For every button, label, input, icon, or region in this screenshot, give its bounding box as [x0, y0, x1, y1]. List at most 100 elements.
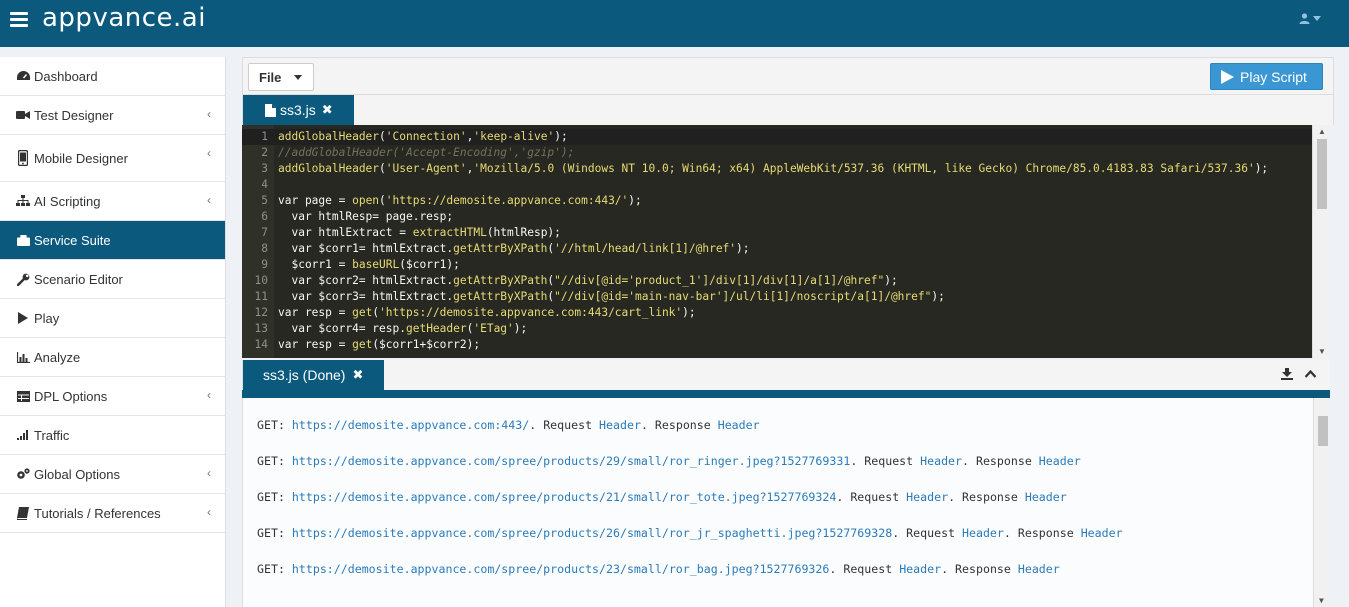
code-line[interactable]: 3 addGlobalHeader('User-Agent','Mozilla/5… [242, 161, 1312, 177]
caret-down-icon [294, 75, 302, 80]
code-line[interactable]: 12 var resp = get('https://demosite.appva… [242, 305, 1312, 321]
mobile-icon [16, 150, 30, 166]
request-header-link[interactable]: Header [920, 454, 962, 468]
request-header-link[interactable]: Header [906, 490, 948, 504]
tab-ss3-js[interactable]: ss3.js ✖ [243, 95, 354, 125]
code-line[interactable]: 9 $corr1 = baseURL($corr1); [242, 257, 1312, 273]
sidebar-item-play[interactable]: Play [0, 299, 225, 338]
output-log-line: GET: https://demosite.appvance.com:443/.… [257, 417, 760, 433]
sidebar-item-dashboard[interactable]: Dashboard [0, 57, 225, 96]
sidebar: Dashboard Test Designer ‹ Mobile Designer ‹ A… [0, 57, 226, 607]
log-text: . Request [829, 562, 900, 576]
sidebar-item-label: Mobile Designer [34, 150, 128, 166]
download-icon[interactable] [1281, 368, 1293, 380]
scroll-down-icon[interactable]: ▼ [1318, 347, 1326, 356]
chevron-left-icon: ‹ [207, 146, 211, 160]
log-method: GET: [257, 454, 292, 468]
close-tab-icon[interactable]: ✖ [322, 102, 333, 118]
file-menu-button[interactable]: File [248, 63, 314, 91]
close-output-tab-icon[interactable]: ✖ [352, 367, 363, 383]
line-number: 9 [261, 258, 268, 271]
chevron-up-icon[interactable] [1305, 370, 1316, 378]
log-text: . Response [941, 562, 1018, 576]
code-text: var $corr2= htmlExtract.getAttrByXPath("… [278, 274, 898, 287]
log-text: . Response [640, 418, 718, 432]
code-line[interactable]: 8 var $corr1= htmlExtract.getAttrByXPath… [242, 241, 1312, 257]
sidebar-item-test-designer[interactable]: Test Designer ‹ [0, 96, 225, 135]
scrollbar-thumb[interactable] [1317, 139, 1327, 209]
play-icon [1221, 69, 1234, 84]
line-number: 13 [254, 322, 268, 335]
line-number: 10 [254, 274, 268, 287]
user-menu-button[interactable] [1299, 13, 1321, 24]
sidebar-item-ai-scripting[interactable]: AI Scripting ‹ [0, 182, 225, 221]
sidebar-item-mobile-designer[interactable]: Mobile Designer ‹ [0, 135, 225, 182]
response-header-link[interactable]: Header [1025, 490, 1067, 504]
brand-logo[interactable]: appvance.ai [42, 3, 206, 33]
response-header-link[interactable]: Header [1018, 562, 1060, 576]
sidebar-item-dpl-options[interactable]: DPL Options ‹ [0, 377, 225, 416]
log-url-link[interactable]: https://demosite.appvance.com/spree/prod… [292, 490, 836, 504]
sitemap-icon [16, 194, 30, 208]
play-script-button[interactable]: Play Script [1210, 63, 1323, 90]
sidebar-item-label: Dashboard [34, 68, 98, 84]
log-text: . Response [962, 454, 1039, 468]
code-text: var $corr4= resp.getHeader('ETag'); [278, 322, 528, 335]
scrollbar-thumb[interactable] [1318, 416, 1328, 446]
briefcase-icon [16, 233, 30, 247]
sidebar-item-global-options[interactable]: Global Options ‹ [0, 455, 225, 494]
response-header-link[interactable]: Header [1081, 526, 1123, 540]
request-header-link[interactable]: Header [962, 526, 1004, 540]
request-header-link[interactable]: Header [899, 562, 941, 576]
log-url-link[interactable]: https://demosite.appvance.com:443/ [292, 418, 529, 432]
sidebar-item-label: Service Suite [34, 232, 111, 248]
caret-down-icon [1313, 16, 1321, 21]
sidebar-item-traffic[interactable]: Traffic [0, 416, 225, 455]
output-scrollbar[interactable]: ▼ [1313, 398, 1330, 607]
sidebar-item-label: Test Designer [34, 107, 114, 123]
dashboard-icon [16, 69, 30, 83]
code-line[interactable]: 10 var $corr2= htmlExtract.getAttrByXPat… [242, 273, 1312, 289]
play-icon [16, 311, 30, 325]
code-text: addGlobalHeader('User-Agent','Mozilla/5.… [278, 162, 1269, 175]
code-line[interactable]: 14 var resp = get($corr1+$corr2); [242, 337, 1312, 353]
sidebar-item-tutorials-references[interactable]: Tutorials / References ‹ [0, 494, 225, 533]
output-tab-bar: ss3.js (Done) ✖ [242, 360, 1330, 390]
hamburger-menu-icon[interactable] [10, 12, 28, 27]
sidebar-item-analyze[interactable]: Analyze [0, 338, 225, 377]
chevron-left-icon: ‹ [207, 107, 211, 121]
code-text: var resp = get('https://demosite.appvanc… [278, 306, 696, 319]
code-line[interactable]: 1 addGlobalHeader('Connection','keep-aliv… [242, 129, 1312, 145]
code-line[interactable]: 6 var htmlResp= page.resp; [242, 209, 1312, 225]
log-text: . Request [529, 418, 600, 432]
code-line[interactable]: 13 var $corr4= resp.getHeader('ETag'); [242, 321, 1312, 337]
request-header-link[interactable]: Header [599, 418, 641, 432]
code-editor[interactable]: 1 addGlobalHeader('Connection','keep-aliv… [242, 125, 1330, 358]
log-url-link[interactable]: https://demosite.appvance.com/spree/prod… [292, 562, 829, 576]
sidebar-item-scenario-editor[interactable]: Scenario Editor [0, 260, 225, 299]
scroll-up-icon[interactable]: ▲ [1318, 127, 1326, 136]
log-text: . Request [850, 454, 921, 468]
log-text: . Response [1003, 526, 1081, 540]
response-header-link[interactable]: Header [718, 418, 760, 432]
code-line[interactable]: 7 var htmlExtract = extractHTML(htmlResp… [242, 225, 1312, 241]
sidebar-item-label: Tutorials / References [34, 505, 161, 521]
code-text: var $corr3= htmlExtract.getAttrByXPath("… [278, 290, 945, 303]
response-header-link[interactable]: Header [1039, 454, 1081, 468]
code-line[interactable]: 5 var page = open('https://demosite.appva… [242, 193, 1312, 209]
scroll-down-icon[interactable]: ▼ [1319, 596, 1324, 605]
log-method: GET: [257, 562, 292, 576]
code-line[interactable]: 4 [242, 177, 1312, 193]
editor-scrollbar[interactable]: ▲ ▼ [1312, 125, 1330, 358]
output-log-line: GET: https://demosite.appvance.com/spree… [257, 561, 1060, 577]
code-text: var page = open('https://demosite.appvan… [278, 194, 642, 207]
tab-output-ss3-js[interactable]: ss3.js (Done) ✖ [243, 360, 384, 390]
code-line[interactable]: 11 var $corr3= htmlExtract.getAttrByXPat… [242, 289, 1312, 305]
code-line[interactable]: 2 //addGlobalHeader('Accept-Encoding','gz… [242, 145, 1312, 161]
log-url-link[interactable]: https://demosite.appvance.com/spree/prod… [292, 526, 892, 540]
log-url-link[interactable]: https://demosite.appvance.com/spree/prod… [292, 454, 850, 468]
sidebar-item-service-suite[interactable]: Service Suite [0, 221, 225, 260]
code-text: var htmlExtract = extractHTML(htmlResp); [278, 226, 561, 239]
code-text: $corr1 = baseURL($corr1); [278, 258, 460, 271]
line-number: 4 [261, 178, 268, 191]
